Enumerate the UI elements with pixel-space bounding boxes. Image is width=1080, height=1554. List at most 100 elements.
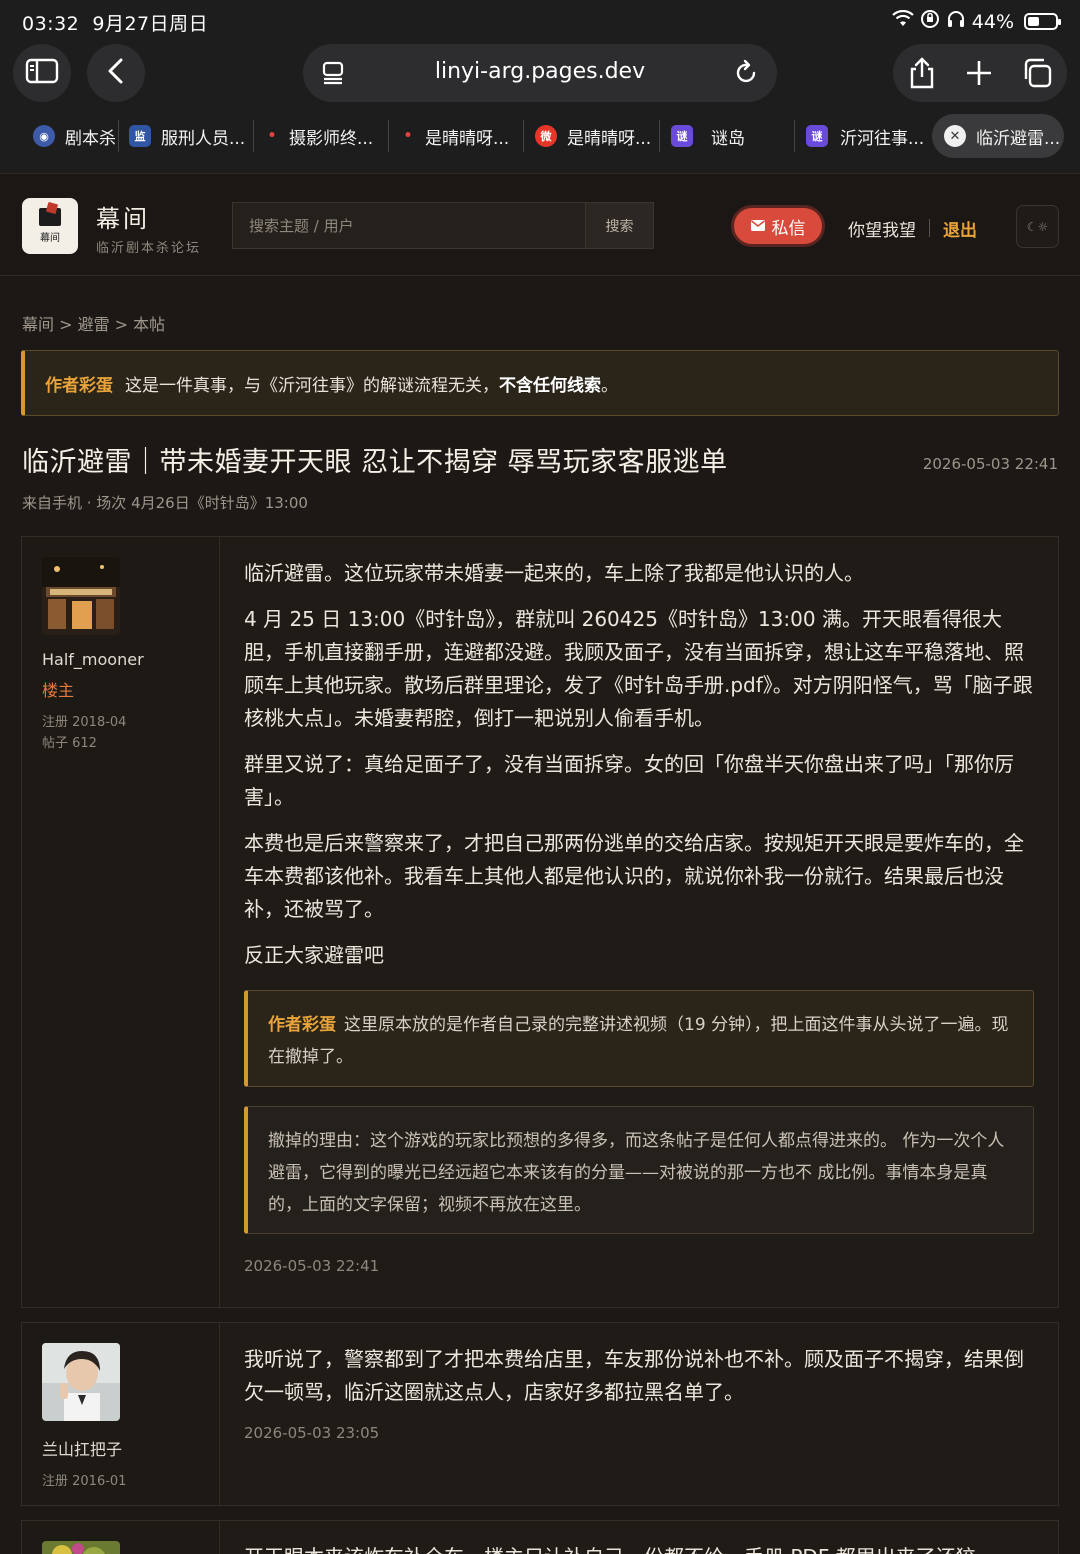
tabs-overview-icon[interactable] bbox=[1021, 57, 1053, 93]
tab-divider bbox=[253, 120, 254, 152]
tab-divider bbox=[659, 120, 660, 152]
tab-item[interactable]: 谜 谜岛 bbox=[671, 114, 781, 158]
author-panel: 兰山扛把子 注册 2016-01 bbox=[22, 1323, 220, 1505]
tab-item[interactable]: 监 服刑人员... bbox=[129, 114, 249, 158]
search-input[interactable] bbox=[232, 202, 586, 249]
new-tab-icon[interactable] bbox=[965, 59, 993, 91]
tab-divider bbox=[794, 120, 795, 152]
author-panel bbox=[22, 1521, 220, 1554]
battery-percent: 44% bbox=[971, 10, 1014, 33]
post-body: 开天眼本来该炸车补全车，楼主只让补自己一份都不给，手册 PDF 都甩出来了还狡 bbox=[244, 1541, 1034, 1554]
reload-icon[interactable] bbox=[733, 59, 759, 91]
tab-label: 剧本杀 bbox=[65, 128, 116, 149]
page-title: 临沂避雷｜带未婚妻开天眼 忍让不揭穿 辱骂玩家客服逃单 bbox=[22, 447, 728, 478]
post-paragraph: 临沂避雷。这位玩家带未婚妻一起来的，车上除了我都是他认识的人。 bbox=[244, 561, 864, 585]
site-header: 幕间 幕间 临沂剧本杀论坛 搜索 私信 你望我望 退出 ☾☼ bbox=[0, 175, 1080, 276]
url-text: linyi-arg.pages.dev bbox=[434, 59, 646, 84]
private-message-button[interactable]: 私信 bbox=[731, 205, 825, 247]
orientation-lock-icon bbox=[920, 9, 940, 34]
notice-tag: 作者彩蛋 bbox=[45, 375, 113, 396]
pin-icon: • bbox=[267, 128, 277, 144]
share-icon[interactable] bbox=[907, 57, 937, 93]
breadcrumb[interactable]: 幕间 > 避雷 > 本帖 bbox=[22, 311, 165, 335]
status-date: 9月27日周日 bbox=[92, 13, 209, 35]
theme-toggle-button[interactable]: ☾☼ bbox=[1016, 205, 1059, 248]
status-time: 03:32 bbox=[22, 13, 80, 35]
battery-fill bbox=[1028, 17, 1040, 26]
avatar[interactable] bbox=[42, 557, 120, 635]
document-icon: 监 bbox=[129, 125, 151, 147]
post-card: 开天眼本来该炸车补全车，楼主只让补自己一份都不给，手册 PDF 都甩出来了还狡 bbox=[21, 1520, 1059, 1554]
post-date: 2026-05-03 22:41 bbox=[922, 455, 1058, 473]
logo-book-icon bbox=[39, 208, 61, 226]
tab-item[interactable]: 微 是晴晴呀... bbox=[535, 114, 653, 158]
avatar[interactable] bbox=[42, 1343, 120, 1421]
status-indicators: 44% bbox=[892, 9, 1061, 34]
weibo-icon: 微 bbox=[535, 125, 557, 147]
author-panel: Half_mooner 楼主 注册 2018-04 帖子 612 bbox=[22, 537, 220, 1307]
tab-strip: ◉ 剧本杀 监 服刑人员... • 摄影师终... • 是晴晴呀... 微 是晴… bbox=[0, 104, 1080, 174]
search-button[interactable]: 搜索 bbox=[585, 202, 654, 249]
author-registered: 注册 2018-04 bbox=[42, 715, 127, 730]
logout-link[interactable]: 退出 bbox=[943, 216, 977, 241]
site-name[interactable]: 幕间 bbox=[96, 199, 150, 234]
browser-toolbar: linyi-arg.pages.dev bbox=[0, 42, 1080, 104]
post-timestamp: 2026-05-03 22:41 bbox=[244, 1257, 380, 1275]
tab-label: 是晴晴呀... bbox=[425, 128, 510, 149]
tab-label: 摄影师终... bbox=[289, 128, 374, 149]
site-logo[interactable]: 幕间 bbox=[22, 198, 78, 254]
back-button[interactable] bbox=[87, 44, 145, 102]
theme-icon: ☾☼ bbox=[1026, 219, 1049, 234]
tab-label: 沂河往事... bbox=[840, 128, 924, 149]
author-easter-egg-quote: 作者彩蛋 这里原本放的是作者自己录的完整讲述视频（19 分钟），把上面这件事从头说… bbox=[244, 990, 1034, 1087]
sidebar-toggle-button[interactable] bbox=[13, 44, 71, 102]
notice-end: 。 bbox=[601, 375, 618, 396]
post-paragraph: 反正大家避雷吧 bbox=[244, 943, 384, 967]
headphones-icon bbox=[946, 9, 966, 34]
author-registered: 注册 2016-01 bbox=[42, 1474, 127, 1489]
username-link[interactable]: 你望我望 bbox=[848, 216, 916, 241]
puzzle-icon: 谜 bbox=[806, 125, 828, 147]
tab-divider bbox=[388, 120, 389, 152]
tab-item-active[interactable]: ✕ 临沂避雷... bbox=[932, 114, 1064, 158]
post-paragraph: 本费也是后来警察来了，才把自己那两份逃单的交给店家。按规矩开天眼是要炸车的，全车… bbox=[244, 831, 1024, 921]
post-timestamp: 2026-05-03 23:05 bbox=[244, 1424, 380, 1442]
tab-divider bbox=[118, 120, 119, 152]
sidebar-icon bbox=[25, 58, 59, 88]
quote-tag: 作者彩蛋 bbox=[268, 1015, 336, 1035]
tab-item[interactable]: • 是晴晴呀... bbox=[401, 114, 516, 158]
author-post-count: 帖子 612 bbox=[42, 736, 97, 751]
pin-icon: • bbox=[403, 128, 413, 144]
author-name[interactable]: Half_mooner bbox=[42, 650, 144, 669]
post-paragraph: 4 月 25 日 13:00《时针岛》，群就叫 260425《时针岛》13:00… bbox=[244, 607, 1033, 730]
globe-icon: ◉ bbox=[33, 125, 55, 147]
author-name[interactable]: 兰山扛把子 bbox=[42, 1436, 122, 1460]
post-paragraph: 群里又说了：真给足面子了，没有当面拆穿。女的回「你盘半天你盘出来了吗」「那你厉害… bbox=[244, 752, 1014, 809]
post-card: 兰山扛把子 注册 2016-01 我听说了，警察都到了才把本费给店里，车友那份说… bbox=[21, 1322, 1059, 1506]
post-body: 我听说了，警察都到了才把本费给店里，车友那份说补也不补。顾及面子不揭穿，结果倒欠… bbox=[244, 1343, 1034, 1442]
wifi-icon bbox=[892, 9, 914, 33]
private-message-label: 私信 bbox=[771, 218, 806, 239]
puzzle-icon: 谜 bbox=[671, 125, 693, 147]
notice-text: 这是一件真事，与《沂河往事》的解谜流程无关， bbox=[125, 375, 499, 396]
tab-label: 服刑人员... bbox=[161, 128, 246, 149]
tab-item[interactable]: 谜 沂河往事... bbox=[806, 114, 924, 158]
tab-item[interactable]: • 摄影师终... bbox=[265, 114, 380, 158]
chevron-left-icon bbox=[106, 57, 126, 89]
status-bar: 03:32 9月27日周日 44% bbox=[0, 0, 1080, 42]
tab-item[interactable]: ◉ 剧本杀 bbox=[33, 114, 118, 158]
tab-divider bbox=[523, 120, 524, 152]
notice-bold: 不含任何线索 bbox=[499, 375, 601, 396]
tab-label: 谜岛 bbox=[711, 128, 745, 149]
address-bar[interactable]: linyi-arg.pages.dev bbox=[303, 44, 777, 102]
battery-icon bbox=[1024, 13, 1061, 30]
close-icon[interactable]: ✕ bbox=[944, 125, 966, 147]
header-divider bbox=[929, 219, 930, 237]
removal-reason-quote: 撤掉的理由：这个游戏的玩家比预想的多得多，而这条帖子是任何人都点得进来的。 作为… bbox=[244, 1106, 1034, 1234]
mail-icon bbox=[750, 216, 765, 236]
quote-text: 撤掉的理由：这个游戏的玩家比预想的多得多，而这条帖子是任何人都点得进来的。 作为… bbox=[268, 1131, 1005, 1215]
logo-text: 幕间 bbox=[40, 233, 60, 244]
toolbar-actions bbox=[893, 44, 1067, 102]
avatar[interactable] bbox=[42, 1541, 120, 1554]
status-clock: 03:32 9月27日周日 bbox=[22, 9, 208, 36]
